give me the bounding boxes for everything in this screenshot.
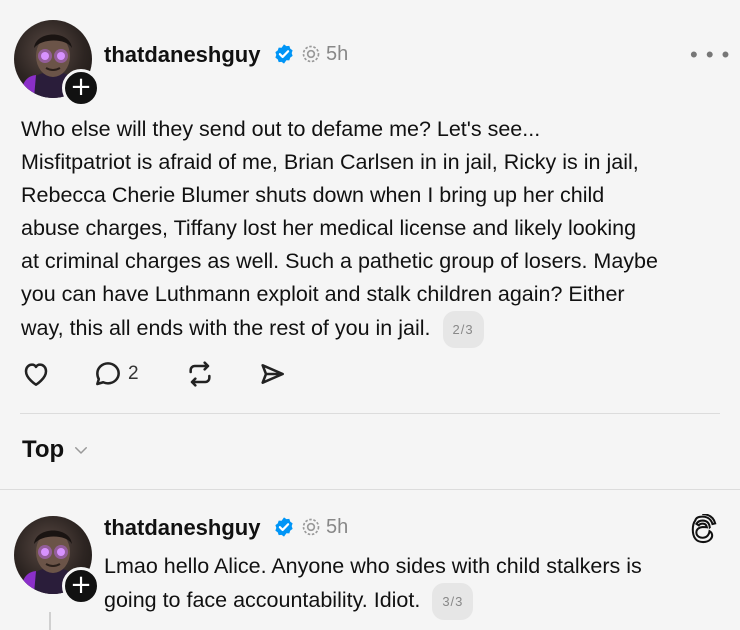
username[interactable]: thatdaneshguy (104, 515, 260, 541)
follow-plus-button[interactable]: + (62, 567, 100, 605)
verified-badge-icon (275, 517, 293, 537)
text-line-end: going to face accountability. Idiot. (104, 588, 421, 613)
text-line: you can have Luthmann exploit and stalk … (21, 282, 625, 306)
timestamp: 5h (326, 43, 349, 65)
text-line: Rebecca Cherie Blumer shuts down when I … (21, 183, 605, 207)
comment-icon (96, 362, 120, 386)
timestamp: 5h (326, 516, 349, 538)
thread-connector-line (49, 612, 51, 630)
threads-reposted-icon (302, 45, 320, 63)
follow-plus-button[interactable]: + (62, 69, 100, 107)
text-line-end: way, this all ends with the rest of you … (21, 316, 431, 341)
post-text: Lmao hello Alice. Anyone who sides with … (104, 550, 642, 620)
divider (20, 413, 720, 414)
verified-badge-icon (275, 44, 293, 64)
text-line: way, this all ends with the rest of you … (21, 311, 658, 348)
repost-button[interactable] (184, 358, 216, 390)
text-line: Misfitpatriot is afraid of me, Brian Car… (21, 150, 639, 174)
text-line: at criminal charges as well. Such a path… (21, 249, 658, 273)
text-line: abuse charges, Tiffany lost her medical … (21, 216, 637, 240)
sort-label: Top (22, 436, 65, 463)
post-text: Who else will they send out to defame me… (21, 113, 658, 348)
text-line: Lmao hello Alice. Anyone who sides with … (104, 554, 642, 578)
thread-page-indicator: 2/3 (442, 311, 484, 348)
threads-reposted-icon (302, 518, 320, 536)
section-divider (0, 489, 740, 490)
more-icon[interactable]: • • • (690, 42, 730, 68)
text-line: Who else will they send out to defame me… (21, 117, 541, 141)
post-1: + thatdaneshguy 5h • • • Who else will t… (0, 0, 740, 490)
reply-count: 2 (128, 363, 139, 384)
send-icon (261, 364, 284, 384)
like-button[interactable] (20, 358, 52, 390)
sort-dropdown[interactable]: Top (22, 436, 90, 464)
threads-logo-icon[interactable] (689, 514, 719, 544)
thread-page-indicator: 3/3 (432, 583, 474, 620)
chevron-down-icon (75, 447, 88, 454)
heart-icon (24, 363, 48, 386)
username[interactable]: thatdaneshguy (104, 42, 260, 68)
text-line: going to face accountability. Idiot. 3/3 (104, 583, 642, 620)
share-button[interactable] (256, 358, 288, 390)
repost-icon (189, 361, 211, 387)
reply-button[interactable]: 2 (92, 358, 139, 390)
